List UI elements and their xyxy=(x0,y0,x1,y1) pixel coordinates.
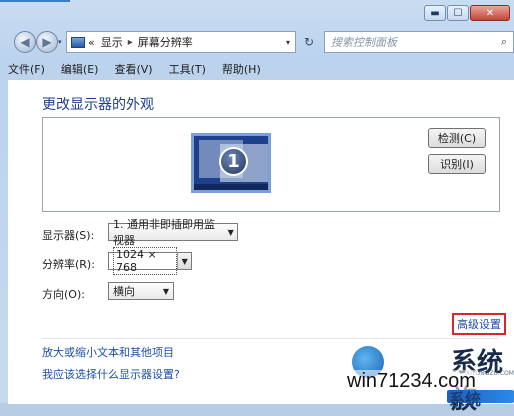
resolution-label: 分辨率(R): xyxy=(42,258,95,271)
address-bar[interactable]: « 显示 ▸ 屏幕分辨率 ▾ xyxy=(66,31,296,53)
navigation-bar: ◀ ▶ ▾ « 显示 ▸ 屏幕分辨率 ▾ ↻ 搜索控制面板 ⌕ xyxy=(0,28,514,58)
monitor-arrangement-panel: 1 检测(C) 识别(I) xyxy=(42,117,500,212)
control-panel-window: ▬ ☐ ✕ ◀ ▶ ▾ « 显示 ▸ 屏幕分辨率 ▾ ↻ 搜索控制面板 ⌕ 文件… xyxy=(0,0,514,415)
forward-button[interactable]: ▶ xyxy=(36,31,58,53)
back-button[interactable]: ◀ xyxy=(14,31,36,53)
chevron-down-icon: ▼ xyxy=(162,286,170,296)
watermark-bottom-text: 系统 xyxy=(449,390,482,409)
control-panel-icon xyxy=(71,36,85,48)
close-button[interactable]: ✕ xyxy=(470,5,510,21)
resolution-value: 1024 × 768 xyxy=(113,247,178,275)
menu-file[interactable]: 文件(F) xyxy=(8,61,45,77)
resolution-select[interactable]: 1024 × 768 ▼ xyxy=(108,247,192,275)
breadcrumb-screen-resolution[interactable]: 屏幕分辨率 xyxy=(138,34,193,50)
which-settings-link[interactable]: 我应该选择什么显示器设置? xyxy=(42,366,180,382)
orientation-select[interactable]: 横向 ▼ xyxy=(108,282,174,300)
search-icon[interactable]: ⌕ xyxy=(501,35,507,49)
menu-help[interactable]: 帮助(H) xyxy=(222,61,261,77)
breadcrumb-separator[interactable]: ▸ xyxy=(128,37,133,48)
maximize-button[interactable]: ☐ xyxy=(447,5,469,21)
page-title: 更改显示器的外观 xyxy=(42,97,154,113)
orientation-label: 方向(O): xyxy=(42,288,85,301)
menu-edit[interactable]: 编辑(E) xyxy=(61,61,99,77)
thumbnail-taskbar xyxy=(194,184,268,190)
display-select[interactable]: 1. 通用非即插即用监视器 ▼ xyxy=(108,218,238,247)
display-label: 显示器(S): xyxy=(42,229,95,242)
minimize-button[interactable]: ▬ xyxy=(424,5,446,21)
display-value: 1. 通用非即插即用监视器 xyxy=(113,218,215,247)
search-input[interactable]: 搜索控制面板 ⌕ xyxy=(324,31,514,53)
recent-pages-dropdown[interactable]: ▾ xyxy=(58,38,62,46)
chevron-down-icon: ▼ xyxy=(177,253,191,269)
menu-tools[interactable]: 工具(T) xyxy=(169,61,206,77)
refresh-icon: ↻ xyxy=(303,35,315,49)
text-size-link[interactable]: 放大或缩小文本和其他项目 xyxy=(42,344,174,360)
detect-button[interactable]: 检测(C) xyxy=(428,128,486,148)
arrow-right-icon: ▶ xyxy=(42,35,52,49)
breadcrumb-overflow[interactable]: « xyxy=(88,36,95,49)
refresh-button[interactable]: ↻ xyxy=(298,31,320,53)
identify-button[interactable]: 识别(I) xyxy=(428,154,486,174)
advanced-settings-link[interactable]: 高级设置 xyxy=(452,313,506,335)
menu-bar: 文件(F) 编辑(E) 查看(V) 工具(T) 帮助(H) xyxy=(8,60,514,78)
chevron-down-icon: ▼ xyxy=(227,227,234,237)
watermark: 系统族 XITONGZU.COM win71234.com 系统 xyxy=(339,342,514,415)
taskbar-highlight xyxy=(0,0,70,2)
menu-view[interactable]: 查看(V) xyxy=(114,61,152,77)
caption-buttons: ▬ ☐ ✕ xyxy=(423,5,510,21)
breadcrumb-display[interactable]: 显示 xyxy=(101,34,123,50)
monitor-1-thumbnail[interactable]: 1 xyxy=(191,133,271,193)
search-placeholder: 搜索控制面板 xyxy=(331,36,397,49)
section-divider xyxy=(42,338,498,339)
address-dropdown[interactable]: ▾ xyxy=(286,38,290,47)
arrow-left-icon: ◀ xyxy=(20,35,30,49)
monitor-number-badge: 1 xyxy=(219,147,248,176)
orientation-value: 横向 xyxy=(113,285,135,298)
